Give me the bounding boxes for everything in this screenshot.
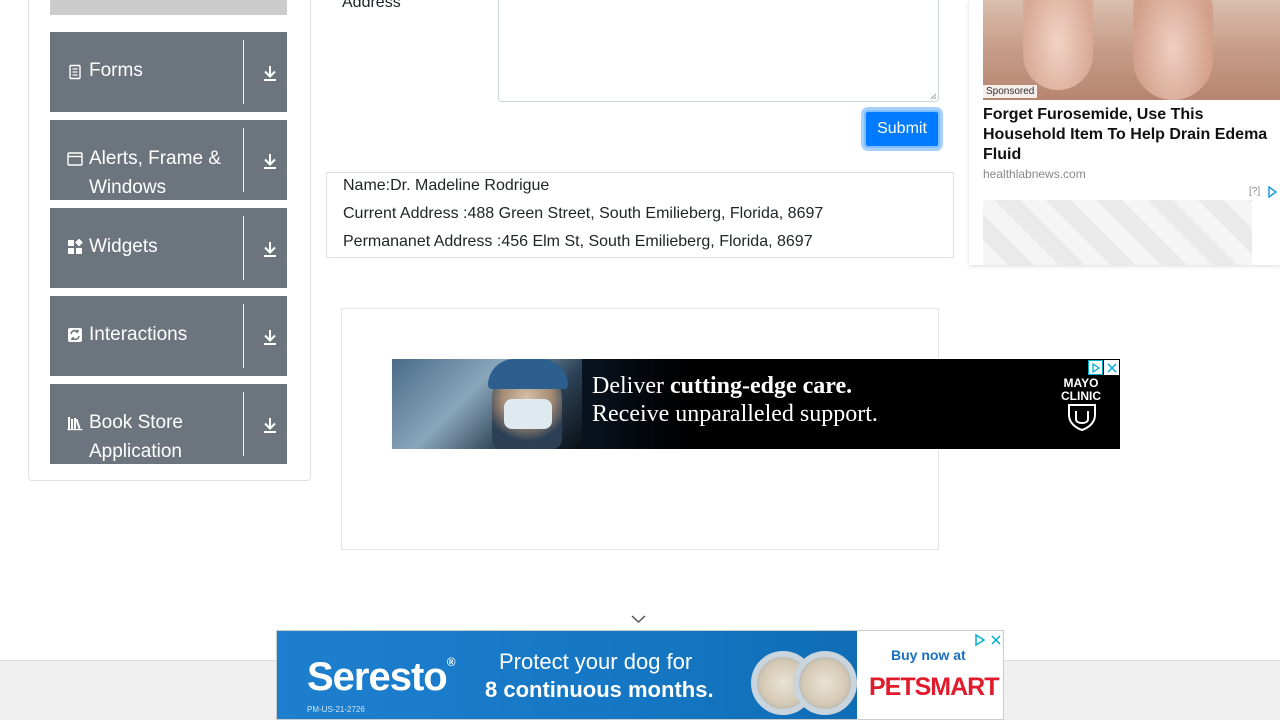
- download-icon[interactable]: [260, 63, 280, 83]
- form-icon: [69, 64, 81, 80]
- sidebar-group-label: Alerts, Frame & Windows: [89, 148, 221, 198]
- close-ad-icon[interactable]: [1104, 360, 1119, 375]
- output-panel: Name:Dr. Madeline Rodrigue Current Addre…: [326, 172, 954, 258]
- output-permanent-address: Permananet Address :456 Elm St, South Em…: [343, 233, 813, 250]
- close-ad-icon[interactable]: [988, 632, 1003, 647]
- output-name: Name:Dr. Madeline Rodrigue: [343, 177, 550, 194]
- download-icon[interactable]: [260, 151, 280, 171]
- sidebar-group-interactions[interactable]: Interactions: [50, 296, 287, 376]
- petsmart-logo: PETSMART: [869, 673, 999, 701]
- sidebar-group-label: Interactions: [89, 324, 188, 345]
- download-icon[interactable]: [260, 327, 280, 347]
- divider: [243, 128, 244, 192]
- sponsored-title-link[interactable]: Forget Furosemide, Use This Household It…: [983, 105, 1275, 165]
- mayo-clinic-logo: MAYO CLINIC: [1061, 376, 1101, 403]
- sidebar-group-book-store-application[interactable]: Book Store Application: [50, 384, 287, 464]
- collar-product-image: [793, 651, 857, 715]
- ad-headline: Deliver cutting-edge care.: [592, 373, 853, 399]
- adchoices-icon[interactable]: [972, 632, 987, 647]
- resize-grip-icon[interactable]: [929, 92, 937, 100]
- seresto-banner-ad[interactable]: Seresto® PM-US-21-2726 Protect your dog …: [276, 630, 1004, 720]
- ad-network-icon[interactable]: [1266, 186, 1278, 198]
- image-detail: [1023, 0, 1093, 90]
- permanent-address-label: Address: [342, 0, 401, 11]
- interactions-icon: [68, 328, 82, 342]
- sponsored-badge: Sponsored: [983, 85, 1038, 98]
- mayo-clinic-banner-ad[interactable]: Deliver cutting-edge care. Receive unpar…: [392, 359, 1120, 449]
- sidebar-group-label: Book Store Application: [89, 412, 183, 462]
- surgical-cap: [488, 359, 568, 389]
- output-current-address: Current Address :488 Green Street, South…: [343, 205, 824, 222]
- divider: [243, 304, 244, 368]
- sponsored-source: healthlabnews.com: [983, 167, 1086, 181]
- sponsored-card[interactable]: Sponsored Forget Furosemide, Use This Ho…: [969, 0, 1280, 265]
- books-icon: [67, 417, 83, 431]
- sidebar-group-label: Widgets: [89, 236, 158, 257]
- download-icon[interactable]: [260, 239, 280, 259]
- divider: [243, 40, 244, 104]
- widgets-icon: [68, 239, 83, 254]
- ad-subheadline: Receive unparalleled support.: [592, 401, 878, 427]
- divider: [243, 216, 244, 280]
- submit-button[interactable]: Submit: [864, 110, 940, 148]
- ad-help-link[interactable]: [?]: [1249, 186, 1260, 197]
- chevron-down-icon[interactable]: [630, 612, 647, 626]
- window-icon: [67, 152, 83, 166]
- ad-code: PM-US-21-2726: [307, 705, 365, 714]
- sidebar-group-forms[interactable]: Forms: [50, 32, 287, 112]
- sidebar-group-partial[interactable]: [50, 0, 287, 15]
- mayo-shield-icon: [1068, 404, 1096, 431]
- divider: [243, 392, 244, 456]
- surgical-mask: [504, 399, 552, 429]
- seresto-logo: Seresto®: [307, 655, 456, 699]
- image-detail: [1133, 0, 1213, 100]
- ad-headline: Protect your dog for: [499, 649, 693, 674]
- download-icon[interactable]: [260, 415, 280, 435]
- sponsored-placeholder: [983, 200, 1252, 265]
- sidebar-group-alerts-frame-windows[interactable]: Alerts, Frame & Windows: [50, 120, 287, 200]
- ad-cta: Buy now at: [891, 647, 966, 663]
- adchoices-icon[interactable]: [1088, 360, 1103, 375]
- sidebar-group-label: Forms: [89, 60, 143, 81]
- permanent-address-textarea[interactable]: [498, 0, 939, 102]
- sidebar-group-widgets[interactable]: Widgets: [50, 208, 287, 288]
- ad-subheadline: 8 continuous months.: [485, 677, 714, 702]
